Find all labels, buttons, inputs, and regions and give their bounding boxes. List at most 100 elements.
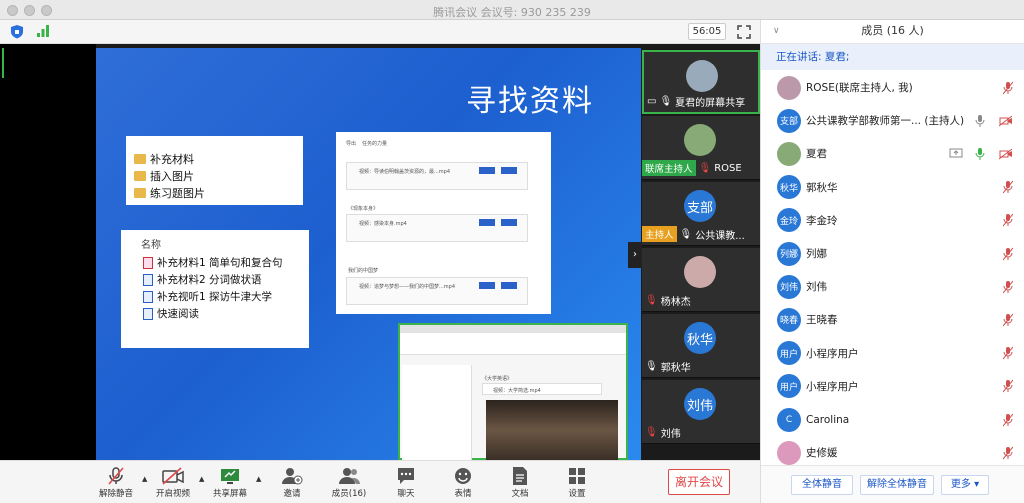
document-icon bbox=[513, 467, 527, 485]
mic-muted-icon[interactable] bbox=[1003, 379, 1013, 393]
file-item[interactable]: 补充材料2 分词做状语 bbox=[121, 271, 309, 288]
avatar: 晓春 bbox=[777, 307, 801, 332]
collapse-videos-button[interactable]: › bbox=[628, 242, 642, 268]
mic-icon[interactable] bbox=[975, 147, 985, 161]
folder-item[interactable]: 练习题图片 bbox=[126, 184, 303, 201]
avatar bbox=[777, 75, 801, 100]
stage-black-area bbox=[0, 44, 96, 460]
mic-muted-icon[interactable] bbox=[1003, 313, 1013, 327]
video-tile[interactable]: 支部 主持人 🎙 公共课教... bbox=[642, 182, 760, 246]
member-name: 王晓春 bbox=[806, 314, 838, 327]
inner-screen-preview: 《大学英语》 视频：大学简选.mp4 bbox=[398, 323, 628, 460]
doc-file-icon bbox=[143, 307, 153, 320]
doc-section: 我们的中国梦 bbox=[348, 268, 379, 274]
file-item[interactable]: 补充视听1 探访牛津大学 bbox=[121, 288, 309, 305]
camera-off-icon[interactable] bbox=[999, 114, 1013, 128]
tile-name: 主持人 🎙 公共课教... bbox=[642, 226, 745, 242]
doc-item: 视频：导读伯明翰盖茨资源的，最...mp4 bbox=[346, 162, 528, 190]
mute-all-button[interactable]: 全体静音 bbox=[791, 475, 853, 495]
mic-muted-icon bbox=[108, 467, 124, 485]
avatar: 秋华 bbox=[777, 175, 801, 200]
more-button[interactable]: 更多 ▾ bbox=[941, 475, 989, 495]
avatar: 金玲 bbox=[777, 208, 801, 233]
member-name: 小程序用户 bbox=[806, 380, 859, 393]
mic-muted-icon[interactable] bbox=[1003, 346, 1013, 360]
unmute-all-button[interactable]: 解除全体静音 bbox=[860, 475, 934, 495]
tile-name: 🎙 郭秋华 bbox=[645, 361, 691, 374]
member-row[interactable]: C Carolina bbox=[761, 403, 1024, 436]
mic-muted-icon[interactable] bbox=[1003, 446, 1013, 460]
doc-section: 《现象本身》 bbox=[348, 206, 379, 212]
doc-tabs: 导出 任务的力量 bbox=[346, 141, 388, 147]
member-row[interactable]: 用户 小程序用户 bbox=[761, 337, 1024, 370]
member-row[interactable]: 晓春 王晓春 bbox=[761, 303, 1024, 336]
video-thumbnail[interactable] bbox=[486, 400, 618, 460]
folder-item[interactable]: 补充材料 bbox=[126, 150, 303, 167]
emoji-button[interactable]: 表情 bbox=[433, 465, 493, 499]
fullscreen-icon[interactable] bbox=[737, 25, 751, 39]
member-row[interactable]: ROSE(联席主持人, 我) bbox=[761, 71, 1024, 104]
avatar: 支部 bbox=[777, 108, 801, 133]
mic-muted-icon[interactable] bbox=[1003, 280, 1013, 294]
settings-button[interactable]: 设置 bbox=[547, 465, 607, 499]
add-user-icon bbox=[282, 468, 303, 485]
mic-muted-icon[interactable] bbox=[1003, 213, 1013, 227]
member-row[interactable]: 夏君 bbox=[761, 137, 1024, 170]
members-button[interactable]: 成员(16) bbox=[319, 465, 379, 499]
collapse-chevron-icon[interactable]: ∨ bbox=[773, 20, 780, 42]
mic-muted-icon[interactable] bbox=[1003, 413, 1013, 427]
member-row[interactable]: 列娜 列娜 bbox=[761, 237, 1024, 270]
video-file-icon bbox=[143, 290, 153, 303]
member-row[interactable]: 刘伟 刘伟 bbox=[761, 270, 1024, 303]
mic-icon[interactable] bbox=[975, 114, 985, 128]
invite-button[interactable]: 邀请 bbox=[262, 465, 322, 499]
mic-muted-icon[interactable] bbox=[1003, 247, 1013, 261]
avatar bbox=[684, 256, 716, 288]
video-tile[interactable]: 秋华 🎙 郭秋华 bbox=[642, 314, 760, 378]
camera-off-icon[interactable] bbox=[999, 147, 1013, 161]
video-tile[interactable]: 联席主持人 🎙 ROSE bbox=[642, 116, 760, 180]
folder-list: 补充材料 插入图片 练习题图片 bbox=[126, 136, 303, 205]
mic-muted-icon[interactable] bbox=[1003, 180, 1013, 194]
security-shield-icon[interactable] bbox=[10, 24, 24, 39]
file-list: 名称 补充材料1 简单句和复合句 补充材料2 分词做状语 补充视听1 探访牛津大… bbox=[121, 230, 309, 348]
share-options-caret[interactable]: ▲ bbox=[256, 475, 261, 483]
video-tile[interactable]: 刘伟 🎙 刘伟 bbox=[642, 380, 760, 444]
folder-item[interactable]: 插入图片 bbox=[126, 167, 303, 184]
camera-off-icon bbox=[162, 467, 184, 485]
folder-icon bbox=[134, 153, 146, 164]
member-row[interactable]: 秋华 郭秋华 bbox=[761, 171, 1024, 204]
start-video-button[interactable]: 开启视频 bbox=[143, 465, 203, 499]
unmute-button[interactable]: 解除静音 bbox=[86, 465, 146, 499]
members-footer: 全体静音 解除全体静音 更多 ▾ bbox=[761, 465, 1024, 503]
avatar: 刘伟 bbox=[777, 274, 801, 299]
doc-item: 视频：追梦与梦想——我们的中国梦...mp4 bbox=[346, 277, 528, 305]
leave-meeting-button[interactable]: 离开会议 bbox=[668, 469, 730, 495]
bottom-control-bar: 解除静音 ▲ 开启视频 ▲ 共享屏幕 ▲ 邀请 成员(16) 聊天 表情 文档 … bbox=[0, 460, 760, 503]
member-row[interactable]: 金玲 李金玲 bbox=[761, 204, 1024, 237]
member-name: 列娜 bbox=[806, 248, 827, 260]
slide-title: 寻找资料 bbox=[466, 84, 594, 119]
avatar: 列娜 bbox=[777, 241, 801, 266]
avatar bbox=[777, 141, 801, 166]
file-item[interactable]: 补充材料1 简单句和复合句 bbox=[121, 254, 309, 271]
mic-muted-icon[interactable] bbox=[1003, 81, 1013, 95]
window-title: 腾讯会议 会议号: 930 235 239 bbox=[433, 6, 591, 19]
meeting-toolbar: 56:05 bbox=[0, 20, 760, 44]
screen-share-icon bbox=[949, 148, 963, 158]
network-signal-icon[interactable] bbox=[36, 24, 50, 38]
member-row[interactable]: 支部 公共课教学部教师第一... (主持人) bbox=[761, 104, 1024, 137]
video-tile[interactable]: 🎙 杨林杰 bbox=[642, 248, 760, 312]
documents-button[interactable]: 文档 bbox=[490, 465, 550, 499]
tile-name: 联席主持人 🎙 ROSE bbox=[642, 160, 742, 176]
member-name: ROSE(联席主持人, 我) bbox=[806, 82, 913, 94]
share-screen-button[interactable]: 共享屏幕 bbox=[200, 465, 260, 499]
smiley-icon bbox=[455, 468, 471, 484]
video-tile[interactable]: ▭ 🎙 夏君的屏幕共享 bbox=[642, 50, 760, 114]
member-row[interactable]: 用户 小程序用户 bbox=[761, 370, 1024, 403]
title-bar: 腾讯会议 会议号: 930 235 239 bbox=[0, 0, 1024, 20]
file-item[interactable]: 快速阅读 bbox=[121, 305, 309, 322]
avatar: C bbox=[777, 407, 801, 432]
chat-button[interactable]: 聊天 bbox=[376, 465, 436, 499]
members-title: 成员 (16 人) bbox=[861, 24, 924, 37]
